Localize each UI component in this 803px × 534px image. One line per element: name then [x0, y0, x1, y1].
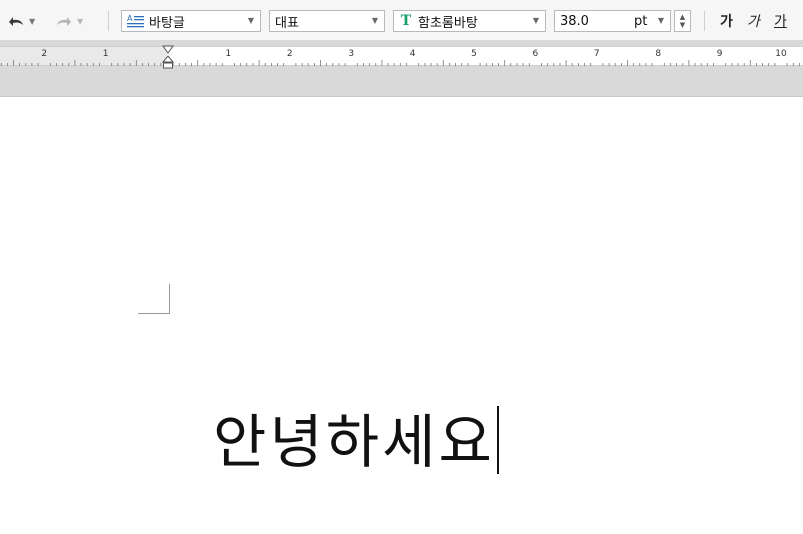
- ruler-label: 8: [655, 49, 662, 59]
- redo-icon: [57, 17, 71, 26]
- undo-dropdown-arrow-icon[interactable]: ▼: [29, 17, 35, 26]
- underline-button[interactable]: 가: [774, 11, 787, 31]
- font-name-select[interactable]: T 함초롬바탕 ▼: [393, 10, 546, 32]
- indent-marker-icon[interactable]: [161, 45, 175, 71]
- outline-level-select[interactable]: 대표 ▼: [269, 10, 385, 32]
- page-margin-corner-mark: [138, 284, 170, 314]
- truetype-font-icon: T: [400, 13, 412, 29]
- text-cursor: [496, 406, 499, 474]
- bold-button[interactable]: 가: [720, 11, 733, 31]
- formatting-toolbar: ▼ ▼ A 바탕글 ▼ 대표 ▼ T 함초롬바탕 ▼ 38.0 pt ▼ ▲ ▼…: [0, 0, 803, 40]
- undo-button[interactable]: ▼: [7, 10, 35, 32]
- ruler-ticks: [0, 60, 800, 66]
- paragraph-style-icon: A: [127, 13, 145, 29]
- font-name-value: 함초롬바탕: [418, 15, 478, 31]
- document-text-content: 안녕하세요: [213, 408, 495, 476]
- font-size-unit: pt: [634, 13, 648, 29]
- italic-button[interactable]: 가: [747, 11, 760, 31]
- chevron-down-icon: ▼: [371, 16, 378, 25]
- chevron-up-icon[interactable]: ▲: [680, 13, 685, 21]
- chevron-down-icon: ▼: [657, 16, 664, 25]
- chevron-down-icon: ▼: [247, 16, 254, 25]
- document-body-text[interactable]: 안녕하세요: [213, 406, 499, 478]
- ruler-label: 2: [286, 49, 293, 59]
- toolbar-separator: [704, 11, 705, 31]
- font-size-select[interactable]: 38.0 pt ▼: [554, 10, 671, 32]
- ruler-label: 5: [471, 49, 477, 59]
- ruler-label: 1: [102, 49, 109, 59]
- ruler-label: 9: [716, 49, 723, 59]
- ruler-label: 6: [532, 49, 539, 59]
- ruler-label: 7: [593, 49, 600, 59]
- redo-button[interactable]: ▼: [55, 10, 83, 32]
- ruler-label: 4: [409, 49, 416, 59]
- chevron-down-icon: ▼: [532, 16, 539, 25]
- horizontal-ruler[interactable]: 2 1 1 2 3 4 5 6 7 8 9 10: [0, 45, 803, 69]
- font-size-value: 38.0: [560, 13, 589, 29]
- document-page[interactable]: 안녕하세요: [0, 98, 803, 534]
- ruler-label: 10: [775, 49, 787, 59]
- redo-dropdown-arrow-icon[interactable]: ▼: [77, 17, 83, 26]
- outline-level-value: 대표: [275, 15, 299, 31]
- ruler-label: 2: [41, 49, 48, 59]
- ruler-label: 1: [225, 49, 232, 59]
- undo-icon: [9, 17, 23, 26]
- svg-text:A: A: [127, 14, 133, 23]
- ruler-area: 2 1 1 2 3 4 5 6 7 8 9 10: [0, 40, 803, 97]
- font-size-spinner[interactable]: ▲ ▼: [674, 10, 691, 32]
- ruler-label: 3: [348, 49, 355, 59]
- paragraph-style-value: 바탕글: [149, 15, 185, 31]
- paragraph-style-select[interactable]: A 바탕글 ▼: [121, 10, 261, 32]
- toolbar-separator: [108, 11, 109, 31]
- chevron-down-icon[interactable]: ▼: [680, 21, 685, 29]
